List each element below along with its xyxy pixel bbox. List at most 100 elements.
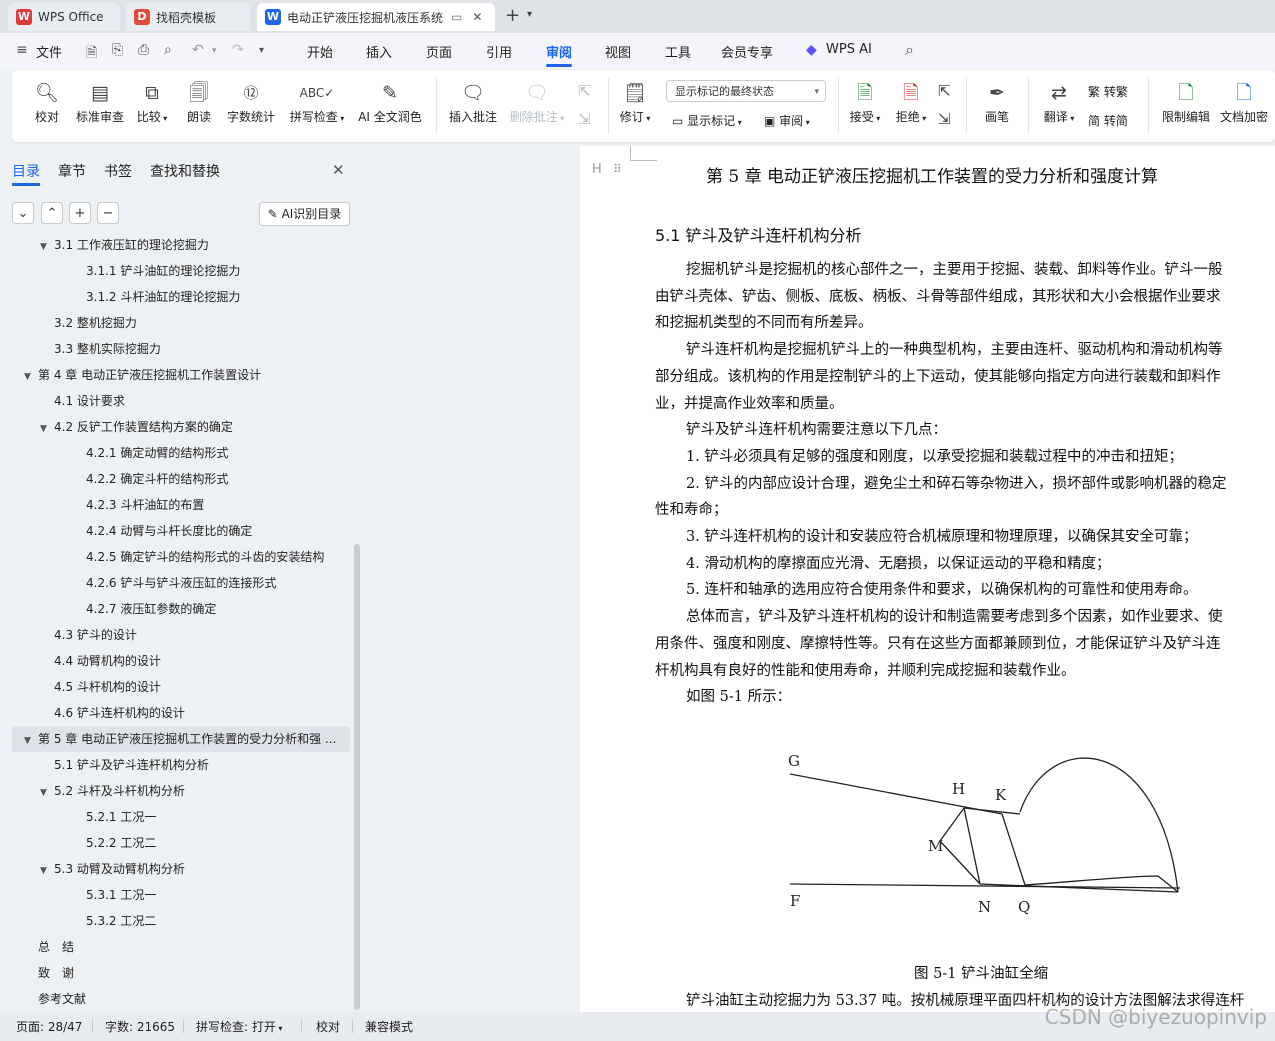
toc-item[interactable]: 参考文献 [24,986,86,1012]
toc-item[interactable]: 4.2.6 铲斗与铲斗液压缸的连接形式 [72,570,276,596]
toc-item[interactable]: 总 结 [24,934,74,960]
proofread-button[interactable]: 🔍︎ 校对 [32,78,62,125]
toc-item[interactable]: 4.6 铲斗连杆机构的设计 [40,700,185,726]
toc-item[interactable]: 4.4 动臂机构的设计 [40,648,161,674]
document-page[interactable]: H ⠿ 第 5 章 电动正铲液压挖掘机工作装置的受力分析和强度计算 5.1 铲斗… [580,146,1275,1012]
print-preview-icon[interactable]: ⌕ [164,42,172,58]
doc-encrypt-button[interactable]: 🗋 文档加密 [1218,78,1270,125]
tab-wps-office[interactable]: W WPS Office [8,3,120,31]
screen-icon[interactable]: ▭ [451,10,462,24]
standard-review-button[interactable]: ▤ 标准审查 [74,78,126,125]
collapse-all-button[interactable]: ⌄ [12,202,34,224]
previous-comment-icon[interactable]: ⇱ [578,82,591,100]
page-indicator[interactable]: 页面: 28/47 [16,1018,82,1035]
menu-review[interactable]: 审阅 [546,42,572,61]
toc-item[interactable]: 致 谢 [24,960,74,986]
pen-button[interactable]: ✒ 画笔 [982,78,1012,125]
drag-handle-icon[interactable]: ⠿ [613,162,622,176]
toc-item[interactable]: 3.1.1 铲斗油缸的理论挖掘力 [72,258,240,284]
toc-item[interactable]: 5.2.1 工况一 [72,804,156,830]
toc-item[interactable]: 5.1 铲斗及铲斗连杆机构分析 [40,752,209,778]
toc-item[interactable]: ▼ 5.2 斗杆及斗杆机构分析 [40,778,185,804]
menu-page[interactable]: 页面 [426,42,452,61]
restrict-edit-button[interactable]: 🗋 限制编辑 [1160,78,1212,125]
toc-item[interactable]: 4.3 铲斗的设计 [40,622,137,648]
toc-item[interactable]: 4.2.3 斗杆油缸的布置 [72,492,204,518]
undo-icon[interactable]: ↶ [192,42,204,58]
tab-bookmarks[interactable]: 书签 [104,161,132,181]
insert-comment-button[interactable]: 🗨︎ 插入批注 [448,78,498,125]
previous-change-icon[interactable]: ⇱ [938,82,951,100]
toc-item[interactable]: 3.2 整机挖掘力 [40,310,137,336]
expand-arrow-icon[interactable]: ▼ [40,858,54,884]
toc-item[interactable]: 5.3.1 工况一 [72,882,156,908]
toc-item[interactable]: 5.2.2 工况二 [72,830,156,856]
more-icon[interactable]: ▾ [259,45,264,56]
hamburger-icon[interactable]: ≡ [16,42,28,58]
expand-arrow-icon[interactable]: ▼ [40,416,54,442]
show-markup-button[interactable]: ▭ 显示标记 ▾ [672,112,742,129]
toc-item[interactable]: ▼ 第 4 章 电动正铲液压挖掘机工作装置设计 [24,362,261,388]
review-pane-button[interactable]: ▣ 审阅 ▾ [764,112,810,129]
print-icon[interactable]: ⎙ [138,42,149,58]
toc-item[interactable]: 4.2.5 确定铲斗的结构形式的斗齿的安装结构 [72,544,324,570]
accept-button[interactable]: 🗎 接受 ▾ [846,78,884,125]
search-icon[interactable]: ⌕ [905,40,914,60]
toc-item[interactable]: 4.5 斗杆机构的设计 [40,674,161,700]
tab-find-replace[interactable]: 查找和替换 [150,161,220,181]
compare-button[interactable]: ⧉ 比较 ▾ [134,78,170,125]
toc-item[interactable]: 3.1.2 斗杆油缸的理论挖掘力 [72,284,240,310]
ai-polish-button[interactable]: ✎ AI 全文润色 [356,78,424,125]
toc-item[interactable]: ▼ 4.2 反铲工作装置结构方案的确定 [40,414,233,440]
close-icon[interactable]: ✕ [332,161,345,179]
tab-document[interactable]: W 电动正铲液压挖掘机液压系统 ▭ ✕ [257,3,495,31]
new-tab-icon[interactable]: + [505,5,520,26]
menu-member[interactable]: 会员专享 [721,42,773,61]
expand-arrow-icon[interactable]: ▼ [24,364,38,390]
word-count[interactable]: 字数: 21665 [105,1018,175,1035]
spell-check-status[interactable]: 拼写检查: 打开 ▾ [196,1018,282,1035]
expand-arrow-icon[interactable]: ▼ [24,728,38,754]
export-icon[interactable]: ⎘ [112,42,123,58]
ai-toc-button[interactable]: ✎ AI识别目录 [259,202,350,226]
tab-toc[interactable]: 目录 [12,161,40,181]
expand-arrow-icon[interactable]: ▼ [40,780,54,806]
to-simplified-button[interactable]: 简 转简 [1088,112,1128,129]
revise-button[interactable]: 🗒︎ 修订 ▾ [616,78,654,125]
spell-check-button[interactable]: ABC✓ 拼写检查 ▾ [286,78,348,125]
save-icon[interactable]: 🗎 [86,42,97,66]
word-count-button[interactable]: ⑫ 字数统计 [226,78,276,125]
expand-arrow-icon[interactable]: ▼ [40,236,54,260]
markup-mode-select[interactable]: 显示标记的最终状态 ▾ [666,80,826,102]
next-comment-icon[interactable]: ⇲ [578,110,591,128]
menu-home[interactable]: 开始 [307,42,333,61]
remove-heading-button[interactable]: − [97,202,119,224]
undo-dropdown-icon[interactable]: ▾ [212,46,217,56]
menu-file[interactable]: 文件 [36,42,62,61]
add-heading-button[interactable]: + [69,202,91,224]
menu-tools[interactable]: 工具 [665,42,691,61]
toc-item[interactable]: 3.3 整机实际挖掘力 [40,336,161,362]
toc-item[interactable]: 4.2.7 液压缸参数的确定 [72,596,216,622]
next-change-icon[interactable]: ⇲ [938,110,951,128]
proof-status[interactable]: 校对 [316,1018,340,1035]
toc-item[interactable]: 4.1 设计要求 [40,388,125,414]
delete-comment-button[interactable]: 🗨︎ 删除批注 ▾ [506,78,568,125]
tab-template[interactable]: D 找稻壳模板 [126,3,250,31]
expand-up-button[interactable]: ⌃ [41,202,63,224]
menu-view[interactable]: 视图 [605,42,631,61]
menu-wps-ai[interactable]: WPS AI [826,42,872,57]
redo-icon[interactable]: ↷ [232,42,244,58]
to-traditional-button[interactable]: 繁 转繁 [1088,83,1128,100]
heading-marker-icon[interactable]: H [592,162,602,177]
toc-item[interactable]: 5.3.2 工况二 [72,908,156,934]
toc-item[interactable]: 4.2.1 确定动臂的结构形式 [72,440,228,466]
read-aloud-button[interactable]: 🗐︎ 朗读 [184,78,214,125]
toc-item[interactable]: 4.2.4 动臂与斗杆长度比的确定 [72,518,252,544]
sidebar-scrollbar[interactable] [354,544,360,1010]
toc-item[interactable]: ▼ 第 5 章 电动正铲液压挖掘机工作装置的受力分析和强 ... [12,726,350,752]
translate-button[interactable]: ⇄ 翻译 ▾ [1040,78,1078,125]
toc-item[interactable]: ▼ 5.3 动臂及动臂机构分析 [40,856,185,882]
tab-chapters[interactable]: 章节 [58,161,86,181]
toc-item[interactable]: ▼ 3.1 工作液压缸的理论挖掘力 [40,236,209,258]
